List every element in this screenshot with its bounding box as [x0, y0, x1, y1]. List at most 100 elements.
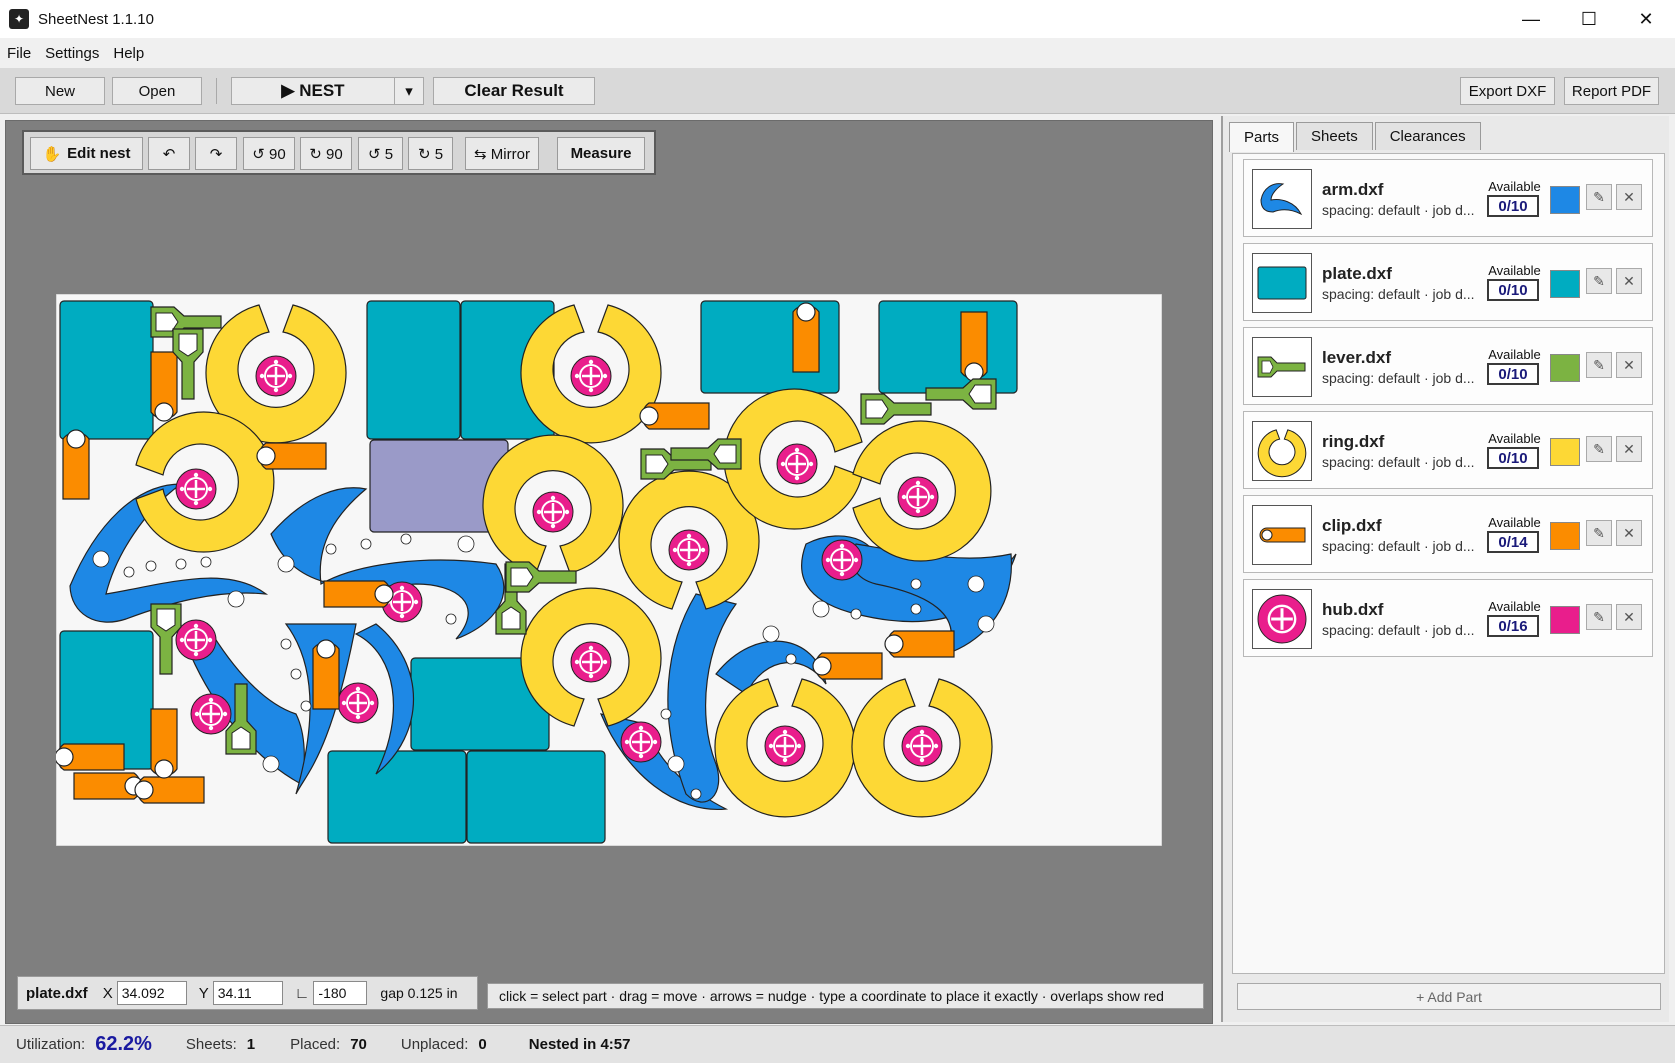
nest-button[interactable]: ▶ NEST	[231, 77, 395, 105]
gap-label: gap 0.125 in	[380, 985, 458, 1001]
lever-icon	[1252, 337, 1312, 397]
minimize-icon[interactable]: —	[1502, 0, 1560, 38]
edit-icon[interactable]: ✎	[1586, 268, 1612, 294]
part-name: arm.dxf	[1322, 180, 1384, 199]
hint-bar: click = select part · drag = move · arro…	[487, 983, 1204, 1009]
arm-icon	[1252, 169, 1312, 229]
title-bar: ✦ SheetNest 1.1.10 — ☐ ✕	[0, 0, 1675, 38]
y-coordinate-input[interactable]: 34.11	[212, 981, 283, 1005]
close-icon[interactable]: ✕	[1617, 0, 1675, 38]
status-bar: Utilization: 62.2% Sheets: 1 Placed: 70 …	[0, 1025, 1675, 1063]
available-count: 0/10	[1487, 363, 1539, 385]
new-button[interactable]: New	[15, 77, 105, 105]
color-swatch[interactable]	[1550, 354, 1580, 382]
ring-icon	[1252, 421, 1312, 481]
redo-button[interactable]: ↷	[195, 137, 237, 170]
angle-icon: ∟	[294, 984, 310, 1002]
nest-icon: ✦	[9, 9, 29, 29]
remove-icon[interactable]: ✕	[1616, 184, 1642, 210]
part-card-clip[interactable]: clip.dxf spacing: default · job d... Ava…	[1243, 495, 1653, 573]
parts-list: arm.dxf spacing: default · job d... Avai…	[1232, 153, 1665, 974]
x-label: X	[102, 984, 113, 1002]
nest-canvas[interactable]: ✋ Edit nest ↶ ↷ ↺ 90 ↻ 90 ↺ 5 ↻ 5 ⇆ Mirr…	[5, 120, 1213, 1024]
placed-value: 70	[350, 1036, 367, 1053]
maximize-icon[interactable]: ☐	[1560, 0, 1618, 38]
part-card-hub[interactable]: hub.dxf spacing: default · job d... Avai…	[1243, 579, 1653, 657]
tab-parts[interactable]: Parts	[1229, 122, 1295, 152]
part-spacing: spacing: default · job d...	[1322, 370, 1475, 386]
export-dxf-button[interactable]: Export DXF	[1460, 77, 1555, 105]
sheets-value: 1	[246, 1036, 256, 1053]
color-swatch[interactable]	[1550, 438, 1580, 466]
clear-result-button[interactable]: Clear Result	[433, 77, 595, 105]
available-count: 0/16	[1487, 615, 1539, 637]
available-label: Available	[1488, 515, 1541, 530]
color-swatch[interactable]	[1550, 186, 1580, 214]
rotate-cw-90-button[interactable]: ↻ 90	[300, 137, 352, 170]
unplaced-value: 0	[478, 1036, 487, 1053]
rotate-cw-5-button[interactable]: ↻ 5	[408, 137, 453, 170]
open-button[interactable]: Open	[112, 77, 202, 105]
color-swatch[interactable]	[1550, 270, 1580, 298]
clip-icon	[1252, 505, 1312, 565]
tab-sheets[interactable]: Sheets	[1296, 122, 1373, 150]
part-spacing: spacing: default · job d...	[1322, 454, 1475, 470]
edit-icon[interactable]: ✎	[1586, 184, 1612, 210]
part-spacing: spacing: default · job d...	[1322, 538, 1475, 554]
edit-icon[interactable]: ✎	[1586, 352, 1612, 378]
edit-icon[interactable]: ✎	[1586, 520, 1612, 546]
report-pdf-button[interactable]: Report PDF	[1564, 77, 1659, 105]
sheets-label: Sheets:	[185, 1036, 237, 1053]
part-name: hub.dxf	[1322, 600, 1384, 619]
available-label: Available	[1488, 263, 1541, 278]
remove-icon[interactable]: ✕	[1616, 436, 1642, 462]
panel-tabs: Parts Sheets Clearances	[1229, 122, 1483, 152]
measure-button[interactable]: Measure	[557, 137, 645, 170]
menu-file[interactable]: File	[0, 45, 38, 62]
part-card-ring[interactable]: ring.dxf spacing: default · job d... Ava…	[1243, 411, 1653, 489]
rotate-ccw-5-button[interactable]: ↺ 5	[358, 137, 403, 170]
nest-dropdown-button[interactable]: ▾	[394, 77, 424, 105]
menu-settings[interactable]: Settings	[38, 45, 106, 62]
available-label: Available	[1488, 599, 1541, 614]
undo-button[interactable]: ↶	[148, 137, 190, 170]
edit-nest-label: Edit nest	[67, 145, 131, 162]
available-label: Available	[1488, 179, 1541, 194]
available-count: 0/10	[1487, 279, 1539, 301]
remove-icon[interactable]: ✕	[1616, 268, 1642, 294]
y-label: Y	[198, 984, 209, 1002]
hand-icon: ✋	[42, 145, 62, 163]
available-count: 0/10	[1487, 447, 1539, 469]
tab-clearances[interactable]: Clearances	[1374, 122, 1481, 150]
color-swatch[interactable]	[1550, 606, 1580, 634]
part-spacing: spacing: default · job d...	[1322, 286, 1475, 302]
coordinate-bar: plate.dxf X 34.092 Y 34.11 ∟ -180 gap 0.…	[17, 976, 478, 1010]
nest-sheet[interactable]	[56, 294, 1162, 846]
remove-icon[interactable]: ✕	[1616, 604, 1642, 630]
available-label: Available	[1488, 347, 1541, 362]
menu-bar: File Settings Help	[0, 38, 1675, 68]
color-swatch[interactable]	[1550, 522, 1580, 550]
toolbar-separator	[216, 78, 217, 104]
edit-icon[interactable]: ✎	[1586, 436, 1612, 462]
selected-part-name: plate.dxf	[26, 984, 88, 1002]
angle-input[interactable]: -180	[313, 981, 368, 1005]
part-card-lever[interactable]: lever.dxf spacing: default · job d... Av…	[1243, 327, 1653, 405]
right-panel: Parts Sheets Clearances arm.dxf spacing:…	[1221, 116, 1669, 1022]
add-part-button[interactable]: + Add Part	[1237, 983, 1661, 1010]
remove-icon[interactable]: ✕	[1616, 520, 1642, 546]
edit-toolbar: ✋ Edit nest ↶ ↷ ↺ 90 ↻ 90 ↺ 5 ↻ 5 ⇆ Mirr…	[22, 130, 656, 175]
rotate-ccw-90-button[interactable]: ↺ 90	[243, 137, 295, 170]
edit-nest-button[interactable]: ✋ Edit nest	[30, 137, 143, 170]
menu-help[interactable]: Help	[106, 45, 151, 62]
part-name: plate.dxf	[1322, 264, 1392, 283]
mirror-button[interactable]: ⇆ Mirror	[465, 137, 539, 170]
nested-time: Nested in 4:57	[528, 1036, 631, 1053]
remove-icon[interactable]: ✕	[1616, 352, 1642, 378]
available-count: 0/14	[1487, 531, 1539, 553]
edit-icon[interactable]: ✎	[1586, 604, 1612, 630]
part-card-plate[interactable]: plate.dxf spacing: default · job d... Av…	[1243, 243, 1653, 321]
part-card-arm[interactable]: arm.dxf spacing: default · job d... Avai…	[1243, 159, 1653, 237]
main-toolbar: New Open ▶ NEST ▾ Clear Result Export DX…	[0, 68, 1675, 114]
x-coordinate-input[interactable]: 34.092	[116, 981, 187, 1005]
